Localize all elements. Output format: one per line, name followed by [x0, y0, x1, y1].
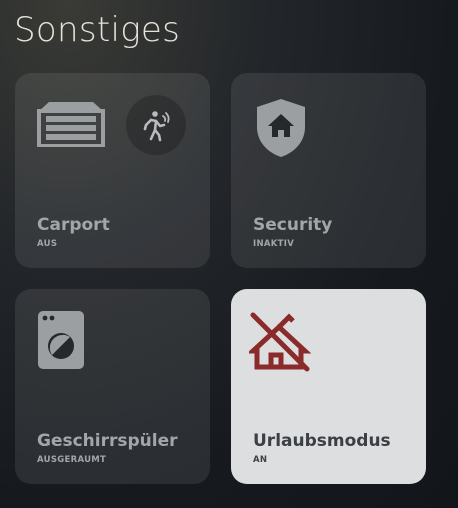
tile-state: AUSGERAUMT: [37, 455, 107, 465]
tile-state: AN: [253, 455, 268, 465]
tile-name: Urlaubsmodus: [253, 431, 391, 451]
tile-state: AUS: [37, 239, 58, 249]
garage-door-icon: [37, 101, 105, 151]
home-off-icon: [246, 311, 312, 377]
motion-sensor-badge: [126, 95, 186, 155]
shield-home-icon: [255, 97, 307, 163]
tile-name: Geschirrspüler: [37, 431, 178, 451]
tile-name: Security: [253, 215, 333, 235]
tile-security[interactable]: Security INAKTIV: [231, 73, 426, 268]
tile-urlaubsmodus[interactable]: Urlaubsmodus AN: [231, 289, 426, 484]
dishwasher-icon: [38, 311, 84, 373]
person-walking-motion-icon: [140, 109, 174, 147]
tile-state: INAKTIV: [253, 239, 295, 249]
tile-geschirrspueler[interactable]: Geschirrspüler AUSGERAUMT: [15, 289, 210, 484]
tile-name: Carport: [37, 215, 110, 235]
page-title: Sonstiges: [14, 10, 181, 50]
tile-carport[interactable]: Carport AUS: [15, 73, 210, 268]
